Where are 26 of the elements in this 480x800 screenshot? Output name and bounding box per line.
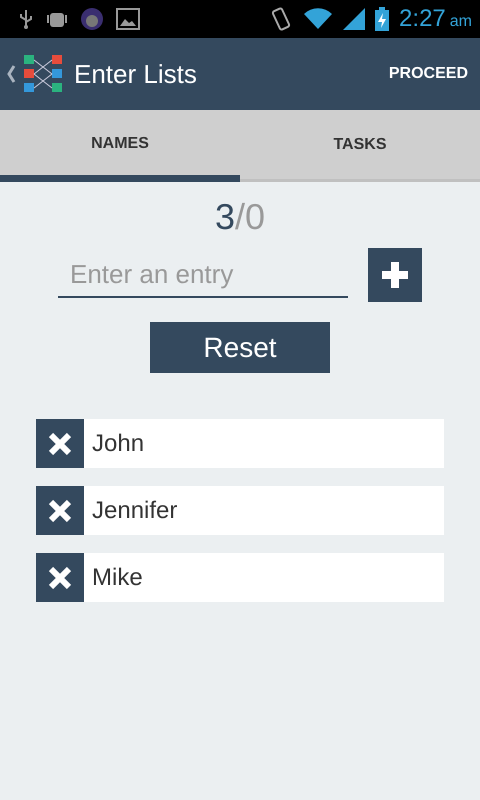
clock-meridiem: am [450, 13, 472, 31]
close-icon [48, 566, 72, 590]
proceed-button[interactable]: PROCEED [388, 61, 468, 87]
clock-time: 2:27 [399, 5, 446, 33]
delete-button[interactable] [36, 553, 84, 602]
app-logo-icon [24, 55, 62, 93]
entry-name: Mike [92, 564, 143, 592]
image-icon [116, 8, 140, 30]
entry-name: Jennifer [92, 496, 178, 524]
delete-button[interactable] [36, 419, 84, 468]
plus-icon [382, 262, 408, 288]
entry-field[interactable]: Enter an entry [58, 252, 348, 298]
usb-icon [18, 8, 34, 30]
reset-button[interactable]: Reset [150, 322, 330, 373]
close-icon [48, 498, 72, 522]
app-icon [80, 7, 104, 31]
app-title: Enter Lists [74, 58, 197, 90]
delete-button[interactable] [36, 486, 84, 535]
wifi-icon [303, 8, 334, 30]
signal-icon [343, 8, 366, 30]
close-icon [48, 432, 72, 456]
add-button[interactable] [368, 248, 422, 302]
battery-icon [375, 7, 390, 31]
back-icon[interactable] [6, 64, 16, 84]
counter: 3/0 [214, 196, 266, 238]
entry-name: John [92, 430, 144, 458]
